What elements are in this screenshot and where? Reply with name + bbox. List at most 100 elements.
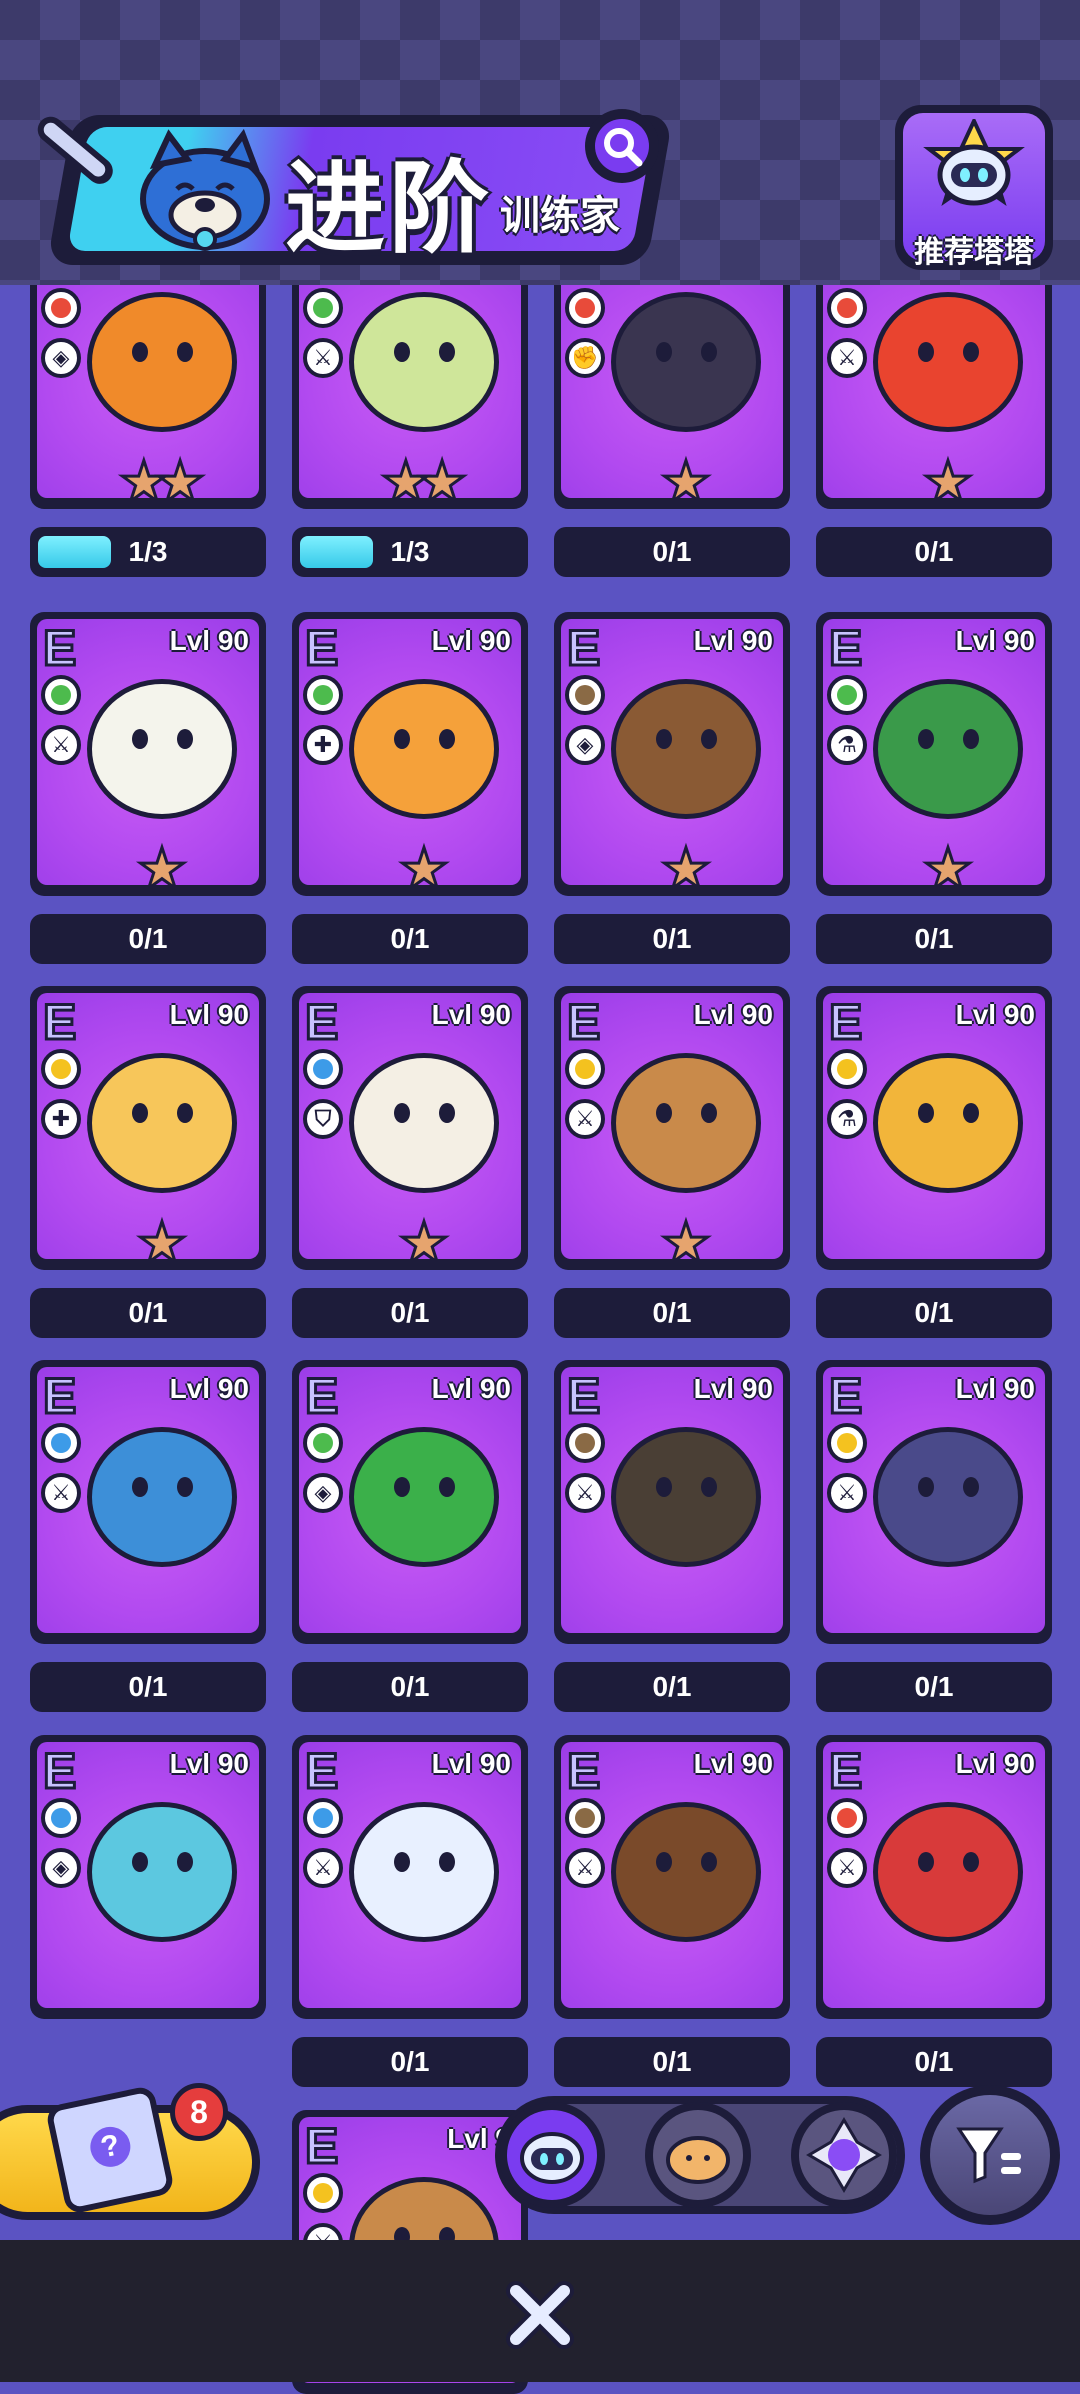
star-rating: ★ (659, 1211, 712, 1259)
header: 进阶 训练家 推荐塔塔 (0, 0, 1080, 285)
sword-role-icon: ⚔ (565, 1099, 605, 1139)
creature-portrait (611, 1802, 761, 1942)
cross-role-icon: ✚ (41, 1099, 81, 1139)
progress-text: 1/3 (390, 536, 430, 567)
tab-crystal[interactable] (791, 2102, 897, 2208)
sword-role-icon: ⚔ (565, 1848, 605, 1888)
progress-text: 0/1 (914, 923, 954, 954)
tab-hamster[interactable] (645, 2102, 751, 2208)
diamond-role-icon: ◈ (565, 725, 605, 765)
flask-role-icon: ⚗ (827, 725, 867, 765)
level-label: Lvl 90 (693, 625, 773, 656)
earth-element-icon (565, 1798, 605, 1838)
fire-element-icon (565, 288, 605, 328)
progress-text: 0/1 (914, 2046, 954, 2077)
shard-progress-bar: 0/1 (554, 527, 790, 577)
progress-text: 0/1 (652, 923, 692, 954)
card-grid: E Lvl 90 ◈ ★ ★ 1/3 E Lvl 90 ⚔ ★ ★ 1/3 E Lvl 90 ✊ ★ 0/1 E L… (0, 0, 1080, 2394)
page-subtitle: 训练家 (500, 194, 620, 238)
creature-portrait (349, 1053, 499, 1193)
shard-progress-bar: 0/1 (554, 2037, 790, 2087)
rarity-letter: E (303, 994, 339, 1050)
close-icon[interactable] (500, 2275, 580, 2355)
tab-robot[interactable] (499, 2102, 605, 2208)
star-rating: ★ (921, 837, 974, 885)
crystal-tab-icon (806, 2117, 882, 2193)
electric-element-icon (41, 1049, 81, 1089)
rarity-letter: E (41, 620, 77, 676)
fist-role-icon: ✊ (565, 338, 605, 378)
electric-element-icon (827, 1049, 867, 1089)
creature-portrait (611, 679, 761, 819)
rarity-letter: E (827, 620, 863, 676)
hamster-tab-icon (666, 2136, 730, 2184)
star-rating: ★ (921, 450, 974, 498)
level-label: Lvl 90 (431, 1748, 511, 1779)
sword-role-icon: ⚔ (827, 1848, 867, 1888)
star-rating: ★ (659, 837, 712, 885)
sword-role-icon: ⚔ (41, 1473, 81, 1513)
shard-progress-bar: 0/1 (554, 1662, 790, 1712)
rarity-letter: E (827, 994, 863, 1050)
flask-role-icon: ⚗ (827, 1099, 867, 1139)
shard-progress-bar: 0/1 (816, 1662, 1052, 1712)
progress-text: 0/1 (652, 1297, 692, 1328)
progress-text: 0/1 (390, 1297, 430, 1328)
page-title: 进阶 (285, 153, 493, 265)
level-label: Lvl 90 (693, 1748, 773, 1779)
progress-text: 0/1 (128, 923, 168, 954)
grass-element-icon (827, 675, 867, 715)
creature-portrait (873, 292, 1023, 432)
bottom-bar (0, 2240, 1080, 2382)
cross-role-icon: ✚ (303, 725, 343, 765)
rarity-letter: E (303, 1368, 339, 1424)
rarity-letter: E (41, 1743, 77, 1799)
filter-icon (956, 2127, 1021, 2184)
creature-portrait (611, 1053, 761, 1193)
progress-text: 1/3 (128, 536, 168, 567)
creature-portrait (87, 292, 237, 432)
progress-text: 0/1 (652, 1671, 692, 1702)
earth-element-icon (565, 1423, 605, 1463)
notification-badge: 8 (170, 2083, 228, 2141)
level-label: Lvl 90 (169, 625, 249, 656)
diamond-role-icon: ◈ (303, 1473, 343, 1513)
rarity-letter: E (565, 1368, 601, 1424)
star-rating: ★ (397, 837, 450, 885)
water-element-icon (303, 1049, 343, 1089)
level-label: Lvl 90 (431, 1373, 511, 1404)
progress-text: 0/1 (390, 923, 430, 954)
wand-icon (37, 116, 113, 184)
creature-portrait (611, 292, 761, 432)
shard-progress-bar: 0/1 (30, 1662, 266, 1712)
filter-button[interactable] (920, 2085, 1060, 2225)
star-rating: ★ (135, 1211, 188, 1259)
creature-portrait (873, 1427, 1023, 1567)
creature-portrait (873, 1802, 1023, 1942)
creature-portrait (349, 679, 499, 819)
fire-element-icon (41, 288, 81, 328)
recommend-button[interactable]: 推荐塔塔 (895, 105, 1055, 275)
diamond-role-icon: ◈ (41, 1848, 81, 1888)
star-rating: ★ (397, 1211, 450, 1259)
creature-portrait (87, 1053, 237, 1193)
earth-element-icon (565, 675, 605, 715)
rarity-letter: E (827, 1743, 863, 1799)
shield-role-icon: ⛉ (303, 1099, 343, 1139)
level-label: Lvl 90 (169, 1373, 249, 1404)
rarity-letter: E (565, 620, 601, 676)
progress-text: 0/1 (914, 1297, 954, 1328)
mystery-box-icon: ? (44, 2084, 176, 2216)
electric-element-icon (303, 2173, 343, 2213)
mystery-box-button[interactable]: ? 8 (0, 2083, 260, 2225)
shard-progress-bar: 0/1 (554, 1288, 790, 1338)
shard-progress-bar: 0/1 (816, 527, 1052, 577)
level-label: Lvl 90 (169, 1748, 249, 1779)
rarity-letter: E (303, 620, 339, 676)
rarity-letter: E (827, 1368, 863, 1424)
creature-portrait (349, 292, 499, 432)
grass-element-icon (41, 675, 81, 715)
shard-progress-bar: 0/1 (292, 2037, 528, 2087)
recommend-label: 推荐塔塔 (914, 236, 1034, 269)
search-button[interactable] (585, 109, 659, 183)
